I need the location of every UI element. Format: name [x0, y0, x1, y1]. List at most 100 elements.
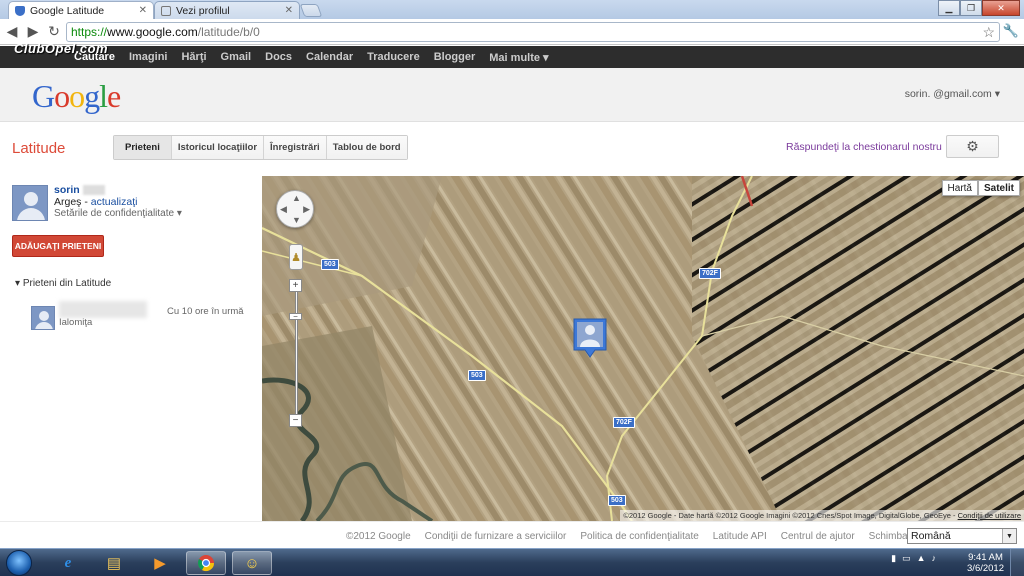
- language-select[interactable]: Română ▼: [907, 528, 1017, 544]
- tab-title: Vezi profilul: [176, 4, 230, 17]
- file-explorer-icon[interactable]: ▤: [94, 551, 134, 575]
- tab-google-latitude[interactable]: Google Latitude ✕: [8, 1, 154, 19]
- close-window-icon[interactable]: ✕: [982, 0, 1020, 16]
- page-footer: ©2012 Google Condiţii de furnizare a ser…: [0, 521, 1024, 548]
- friends-list-header[interactable]: ▾ Prieteni din Latitude: [15, 278, 111, 289]
- gbar-link[interactable]: Imagini: [129, 51, 168, 63]
- road-label: 702F: [699, 268, 721, 279]
- maximize-icon[interactable]: ❐: [960, 0, 982, 16]
- street-view-pegman-icon[interactable]: ♟: [289, 244, 303, 270]
- volume-icon[interactable]: ♪: [932, 553, 937, 564]
- survey-link[interactable]: Răspundeţi la chestionarul nostru: [786, 141, 942, 153]
- friend-avatar[interactable]: [31, 306, 55, 330]
- redacted-friend-name: [59, 301, 147, 318]
- friend-location-marker[interactable]: [573, 318, 607, 358]
- pan-control[interactable]: ▲ ▼ ◀ ▶: [276, 190, 314, 228]
- gbar-link[interactable]: Traducere: [367, 51, 420, 63]
- avatar[interactable]: [12, 185, 48, 221]
- clock-time: 9:41 AM: [968, 552, 1003, 563]
- settings-button[interactable]: ⚙: [946, 135, 999, 158]
- close-icon[interactable]: ✕: [139, 5, 147, 16]
- url-scheme: https://: [71, 25, 108, 39]
- google-bar: Căutare Imagini Hărţi Gmail Docs Calenda…: [0, 46, 1024, 68]
- zoom-slider-handle[interactable]: −: [289, 312, 302, 321]
- map-type-harta[interactable]: Hartă: [941, 180, 978, 196]
- update-location-link[interactable]: actualizaţi: [91, 196, 138, 208]
- media-player-icon[interactable]: ▶: [140, 551, 180, 575]
- start-button[interactable]: [6, 550, 32, 576]
- system-tray: ▮ ▭ ▲ ♪: [891, 553, 936, 564]
- tab-location-history[interactable]: Istoricul locaţiilor: [170, 136, 264, 159]
- dropdown-arrow-icon: ▼: [1002, 529, 1016, 543]
- my-name[interactable]: sorin: [54, 184, 105, 196]
- show-desktop-button[interactable]: [1010, 549, 1024, 576]
- satellite-map[interactable]: 503 503 503 702F 702F Hartă Satelit ▲ ▼ …: [262, 176, 1024, 521]
- map-pin-icon: [573, 318, 607, 358]
- yahoo-messenger-icon[interactable]: ☺: [232, 551, 272, 575]
- watermark-text: ClubOpel.com: [14, 41, 109, 56]
- internet-explorer-icon[interactable]: e: [48, 551, 88, 575]
- pan-down-icon[interactable]: ▼: [292, 215, 301, 225]
- zoom-out-icon[interactable]: −: [289, 414, 302, 427]
- terms-of-use-link[interactable]: Condiţii de utilizare: [958, 511, 1021, 520]
- gbar-link[interactable]: Blogger: [434, 51, 476, 63]
- address-bar[interactable]: https:// www.google.com /latitude/b/0 ☆: [66, 22, 1000, 42]
- friend-location: Ialomiţa: [59, 317, 93, 328]
- back-icon[interactable]: ◀: [3, 23, 21, 41]
- footer-link-help[interactable]: Centrul de ajutor: [781, 531, 855, 542]
- taskbar: e ▤ ▶ ☺ ▮ ▭ ▲ ♪ 9:41 AM 3/6/2012: [0, 548, 1024, 576]
- bookmark-star-icon[interactable]: ☆: [982, 24, 995, 41]
- url-path: /latitude/b/0: [197, 25, 260, 39]
- footer-link-terms[interactable]: Condiţii de furnizare a serviciilor: [425, 531, 567, 542]
- google-header: Google sorin. @gmail.com ▾: [0, 68, 1024, 122]
- tab-title: Google Latitude: [30, 4, 105, 17]
- privacy-settings-link[interactable]: Setările de confidenţialitate ▾: [54, 208, 182, 219]
- new-tab-button[interactable]: [299, 4, 323, 17]
- window-controls: ▁ ❐ ✕: [938, 0, 1020, 16]
- map-type-satelit[interactable]: Satelit: [977, 180, 1020, 196]
- pan-left-icon[interactable]: ◀: [280, 204, 287, 215]
- signal-icon[interactable]: ▲: [917, 553, 926, 564]
- gbar-link[interactable]: Calendar: [306, 51, 353, 63]
- footer-link-api[interactable]: Latitude API: [713, 531, 767, 542]
- chrome-icon[interactable]: [186, 551, 226, 575]
- friends-panel: sorin Argeş - actualizaţi Setările de co…: [0, 176, 262, 521]
- minimize-icon[interactable]: ▁: [938, 0, 960, 16]
- zoom-slider-track[interactable]: [295, 284, 298, 424]
- tab-prieteni[interactable]: Prieteni: [114, 136, 171, 159]
- gbar-link[interactable]: Gmail: [221, 51, 252, 63]
- triangle-down-icon: ▾: [15, 278, 21, 289]
- browser-toolbar: ◀ ▶ ↻ https:// www.google.com /latitude/…: [0, 19, 1024, 45]
- tab-strip: Google Latitude ✕ Vezi profilul ✕ ▁ ❐ ✕: [0, 0, 1024, 19]
- pan-right-icon[interactable]: ▶: [303, 204, 310, 215]
- friend-last-seen: Cu 10 ore în urmă: [167, 306, 244, 317]
- tab-vezi-profilul[interactable]: Vezi profilul ✕: [154, 1, 300, 19]
- account-menu[interactable]: sorin. @gmail.com ▾: [905, 88, 1000, 100]
- gbar-more[interactable]: Mai multe ▾: [489, 51, 548, 64]
- battery-icon[interactable]: ▭: [902, 553, 911, 564]
- forward-icon[interactable]: ▶: [24, 23, 42, 41]
- network-icon[interactable]: ▮: [891, 553, 896, 564]
- tab-checkins[interactable]: Înregistrări: [263, 136, 326, 159]
- footer-link-privacy[interactable]: Politica de confidenţialitate: [580, 531, 698, 542]
- redacted-surname: [82, 185, 105, 196]
- latitude-favicon-icon: [15, 5, 25, 16]
- url-host: www.google.com: [107, 25, 198, 39]
- map-copyright: ©2012 Google - Date hartă ©2012 Google I…: [620, 510, 1024, 521]
- clock-date: 3/6/2012: [967, 563, 1004, 574]
- wrench-menu-icon[interactable]: 🔧: [1003, 23, 1019, 39]
- add-friends-button[interactable]: ADĂUGAŢI PRIETENI: [12, 235, 104, 257]
- gear-icon: ⚙: [966, 138, 979, 154]
- screen: Google Latitude ✕ Vezi profilul ✕ ▁ ❐ ✕ …: [0, 0, 1024, 576]
- close-icon[interactable]: ✕: [285, 5, 293, 16]
- google-logo[interactable]: Google: [32, 78, 121, 115]
- gbar-link[interactable]: Hărţi: [181, 51, 206, 63]
- tab-dashboard[interactable]: Tablou de bord: [325, 136, 407, 159]
- clock[interactable]: 9:41 AM 3/6/2012: [967, 552, 1004, 574]
- pan-up-icon[interactable]: ▲: [292, 193, 301, 203]
- copyright-text: ©2012 Google: [346, 531, 411, 542]
- gbar-link[interactable]: Docs: [265, 51, 292, 63]
- road-label: 503: [608, 495, 626, 506]
- reload-icon[interactable]: ↻: [45, 23, 63, 41]
- zoom-in-icon[interactable]: +: [289, 279, 302, 292]
